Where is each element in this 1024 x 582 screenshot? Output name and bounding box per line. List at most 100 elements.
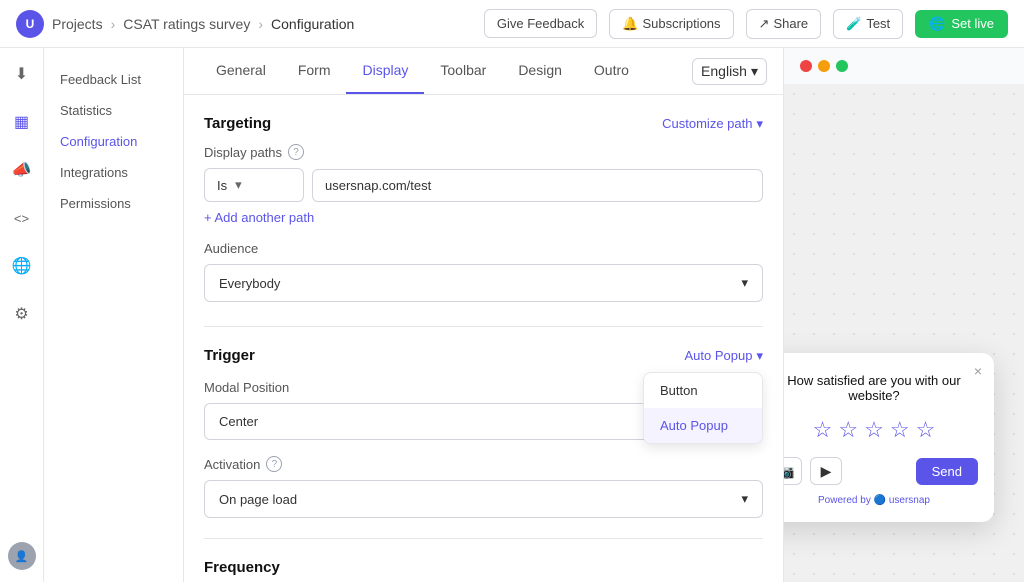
customize-path-link[interactable]: Customize path ▾: [662, 116, 763, 132]
language-label: English: [701, 63, 747, 79]
tabs-left: General Form Display Toolbar Design Outr…: [200, 48, 645, 94]
nav-panel: Feedback List Statistics Configuration I…: [44, 48, 184, 582]
activation-label: Activation ?: [204, 456, 763, 472]
main-layout: ⬇ ▦ 📣 <> 🌐 ⚙ 👤 Feedback List Statistics …: [0, 48, 1024, 582]
tab-general[interactable]: General: [200, 48, 282, 94]
tab-form[interactable]: Form: [282, 48, 347, 94]
breadcrumb-sep-2: ›: [258, 16, 263, 32]
popup-close-button[interactable]: ×: [974, 363, 982, 379]
logo: U: [16, 10, 44, 38]
powered-by: Powered by 🔵 usersnap: [784, 495, 978, 506]
dropdown-item-button[interactable]: Button: [644, 373, 762, 408]
frequency-title: Frequency: [204, 559, 763, 576]
breadcrumb-current: Configuration: [271, 16, 354, 32]
breadcrumb-projects[interactable]: Projects: [52, 16, 103, 32]
auto-popup-trigger[interactable]: Auto Popup ▾: [685, 348, 763, 364]
star-3[interactable]: ☆: [864, 417, 884, 443]
targeting-section: Targeting Customize path ▾ Display paths…: [204, 115, 763, 302]
help-icon-activation[interactable]: ?: [266, 456, 282, 472]
brand-name: usersnap: [889, 495, 930, 506]
chevron-down-icon-cond: ▾: [235, 177, 242, 193]
header-actions: Give Feedback 🔔 Subscriptions ↗ Share 🧪 …: [484, 9, 1008, 39]
config-panel: General Form Display Toolbar Design Outr…: [184, 48, 784, 582]
action-icons: 📷 ▶: [784, 457, 842, 485]
chevron-down-icon: ▾: [751, 63, 758, 80]
sidebar-item-permissions[interactable]: Permissions: [44, 188, 183, 219]
set-live-button[interactable]: 🌐 Set live: [915, 10, 1008, 38]
video-icon[interactable]: ▶: [810, 457, 842, 485]
window-dots: [784, 48, 1024, 84]
star-5[interactable]: ☆: [916, 417, 936, 443]
audience-select[interactable]: Everybody ▾: [204, 264, 763, 302]
chevron-down-icon-trigger: ▾: [756, 348, 763, 364]
breadcrumb-sep-1: ›: [111, 16, 116, 32]
globe-icon[interactable]: 🌐: [8, 252, 36, 280]
divider-1: [204, 326, 763, 327]
stars-row: ☆ ☆ ☆ ☆ ☆: [784, 417, 978, 443]
tab-bar: General Form Display Toolbar Design Outr…: [184, 48, 783, 95]
sidebar-icons: ⬇ ▦ 📣 <> 🌐 ⚙ 👤: [0, 48, 44, 582]
path-input[interactable]: [312, 169, 763, 202]
trigger-dropdown-menu: Button Auto Popup: [643, 372, 763, 444]
display-paths-label: Display paths ?: [204, 144, 763, 160]
sidebar-item-statistics[interactable]: Statistics: [44, 95, 183, 126]
globe-btn-icon: 🌐: [929, 16, 945, 32]
sidebar-item-configuration[interactable]: Configuration: [44, 126, 183, 157]
chevron-down-icon-small: ▾: [756, 116, 763, 132]
breadcrumb-survey[interactable]: CSAT ratings survey: [123, 16, 250, 32]
user-avatar[interactable]: 👤: [8, 542, 36, 570]
star-4[interactable]: ☆: [890, 417, 910, 443]
content-area: General Form Display Toolbar Design Outr…: [184, 48, 1024, 582]
give-feedback-button[interactable]: Give Feedback: [484, 9, 597, 38]
send-button[interactable]: Send: [916, 458, 978, 485]
tab-outro[interactable]: Outro: [578, 48, 645, 94]
add-path-link[interactable]: + Add another path: [204, 210, 763, 225]
download-icon[interactable]: ⬇: [8, 60, 36, 88]
star-1[interactable]: ☆: [813, 417, 833, 443]
share-icon: ↗: [759, 16, 770, 32]
sidebar-item-feedback-list[interactable]: Feedback List: [44, 64, 183, 95]
share-button[interactable]: ↗ Share: [746, 9, 822, 39]
chevron-down-icon-audience: ▾: [741, 275, 748, 291]
subscriptions-button[interactable]: 🔔 Subscriptions: [609, 9, 733, 39]
breadcrumb: U Projects › CSAT ratings survey › Confi…: [16, 10, 354, 38]
top-header: U Projects › CSAT ratings survey › Confi…: [0, 0, 1024, 48]
trigger-header: Trigger Auto Popup ▾ Button Auto Popup: [204, 347, 763, 364]
language-selector[interactable]: English ▾: [692, 58, 767, 85]
tab-toolbar[interactable]: Toolbar: [424, 48, 502, 94]
sidebar-item-integrations[interactable]: Integrations: [44, 157, 183, 188]
test-icon: 🧪: [846, 16, 862, 32]
code-icon[interactable]: <>: [8, 204, 36, 232]
widget-popup: × How satisfied are you with our website…: [784, 353, 994, 522]
bell-icon: 🔔: [622, 16, 638, 32]
targeting-header: Targeting Customize path ▾: [204, 115, 763, 132]
dropdown-item-auto-popup[interactable]: Auto Popup: [644, 408, 762, 443]
trigger-dropdown-wrapper: Auto Popup ▾ Button Auto Popup: [685, 348, 763, 364]
popup-actions: 📷 ▶ Send: [784, 457, 978, 485]
popup-question-text: How satisfied are you with our website?: [784, 373, 978, 403]
tab-display[interactable]: Display: [346, 48, 424, 94]
activation-select[interactable]: On page load ▾: [204, 480, 763, 518]
settings-icon[interactable]: ⚙: [8, 300, 36, 328]
preview-background: × How satisfied are you with our website…: [784, 84, 1024, 582]
trigger-title: Trigger: [204, 347, 255, 364]
targeting-title: Targeting: [204, 115, 271, 132]
config-content: Targeting Customize path ▾ Display paths…: [184, 95, 783, 582]
path-row: Is ▾: [204, 168, 763, 202]
audience-label: Audience: [204, 241, 763, 256]
dot-red: [800, 60, 812, 72]
trigger-section: Trigger Auto Popup ▾ Button Auto Popup: [204, 347, 763, 518]
activation-field: Activation ? On page load ▾: [204, 456, 763, 518]
divider-2: [204, 538, 763, 539]
camera-icon[interactable]: 📷: [784, 457, 802, 485]
chevron-down-icon-activation: ▾: [741, 491, 748, 507]
preview-panel: × How satisfied are you with our website…: [784, 48, 1024, 582]
condition-select[interactable]: Is ▾: [204, 168, 304, 202]
dot-yellow: [818, 60, 830, 72]
widget-icon[interactable]: ▦: [8, 108, 36, 136]
tab-design[interactable]: Design: [502, 48, 578, 94]
star-2[interactable]: ☆: [838, 417, 858, 443]
help-icon-paths[interactable]: ?: [288, 144, 304, 160]
test-button[interactable]: 🧪 Test: [833, 9, 903, 39]
campaigns-icon[interactable]: 📣: [8, 156, 36, 184]
